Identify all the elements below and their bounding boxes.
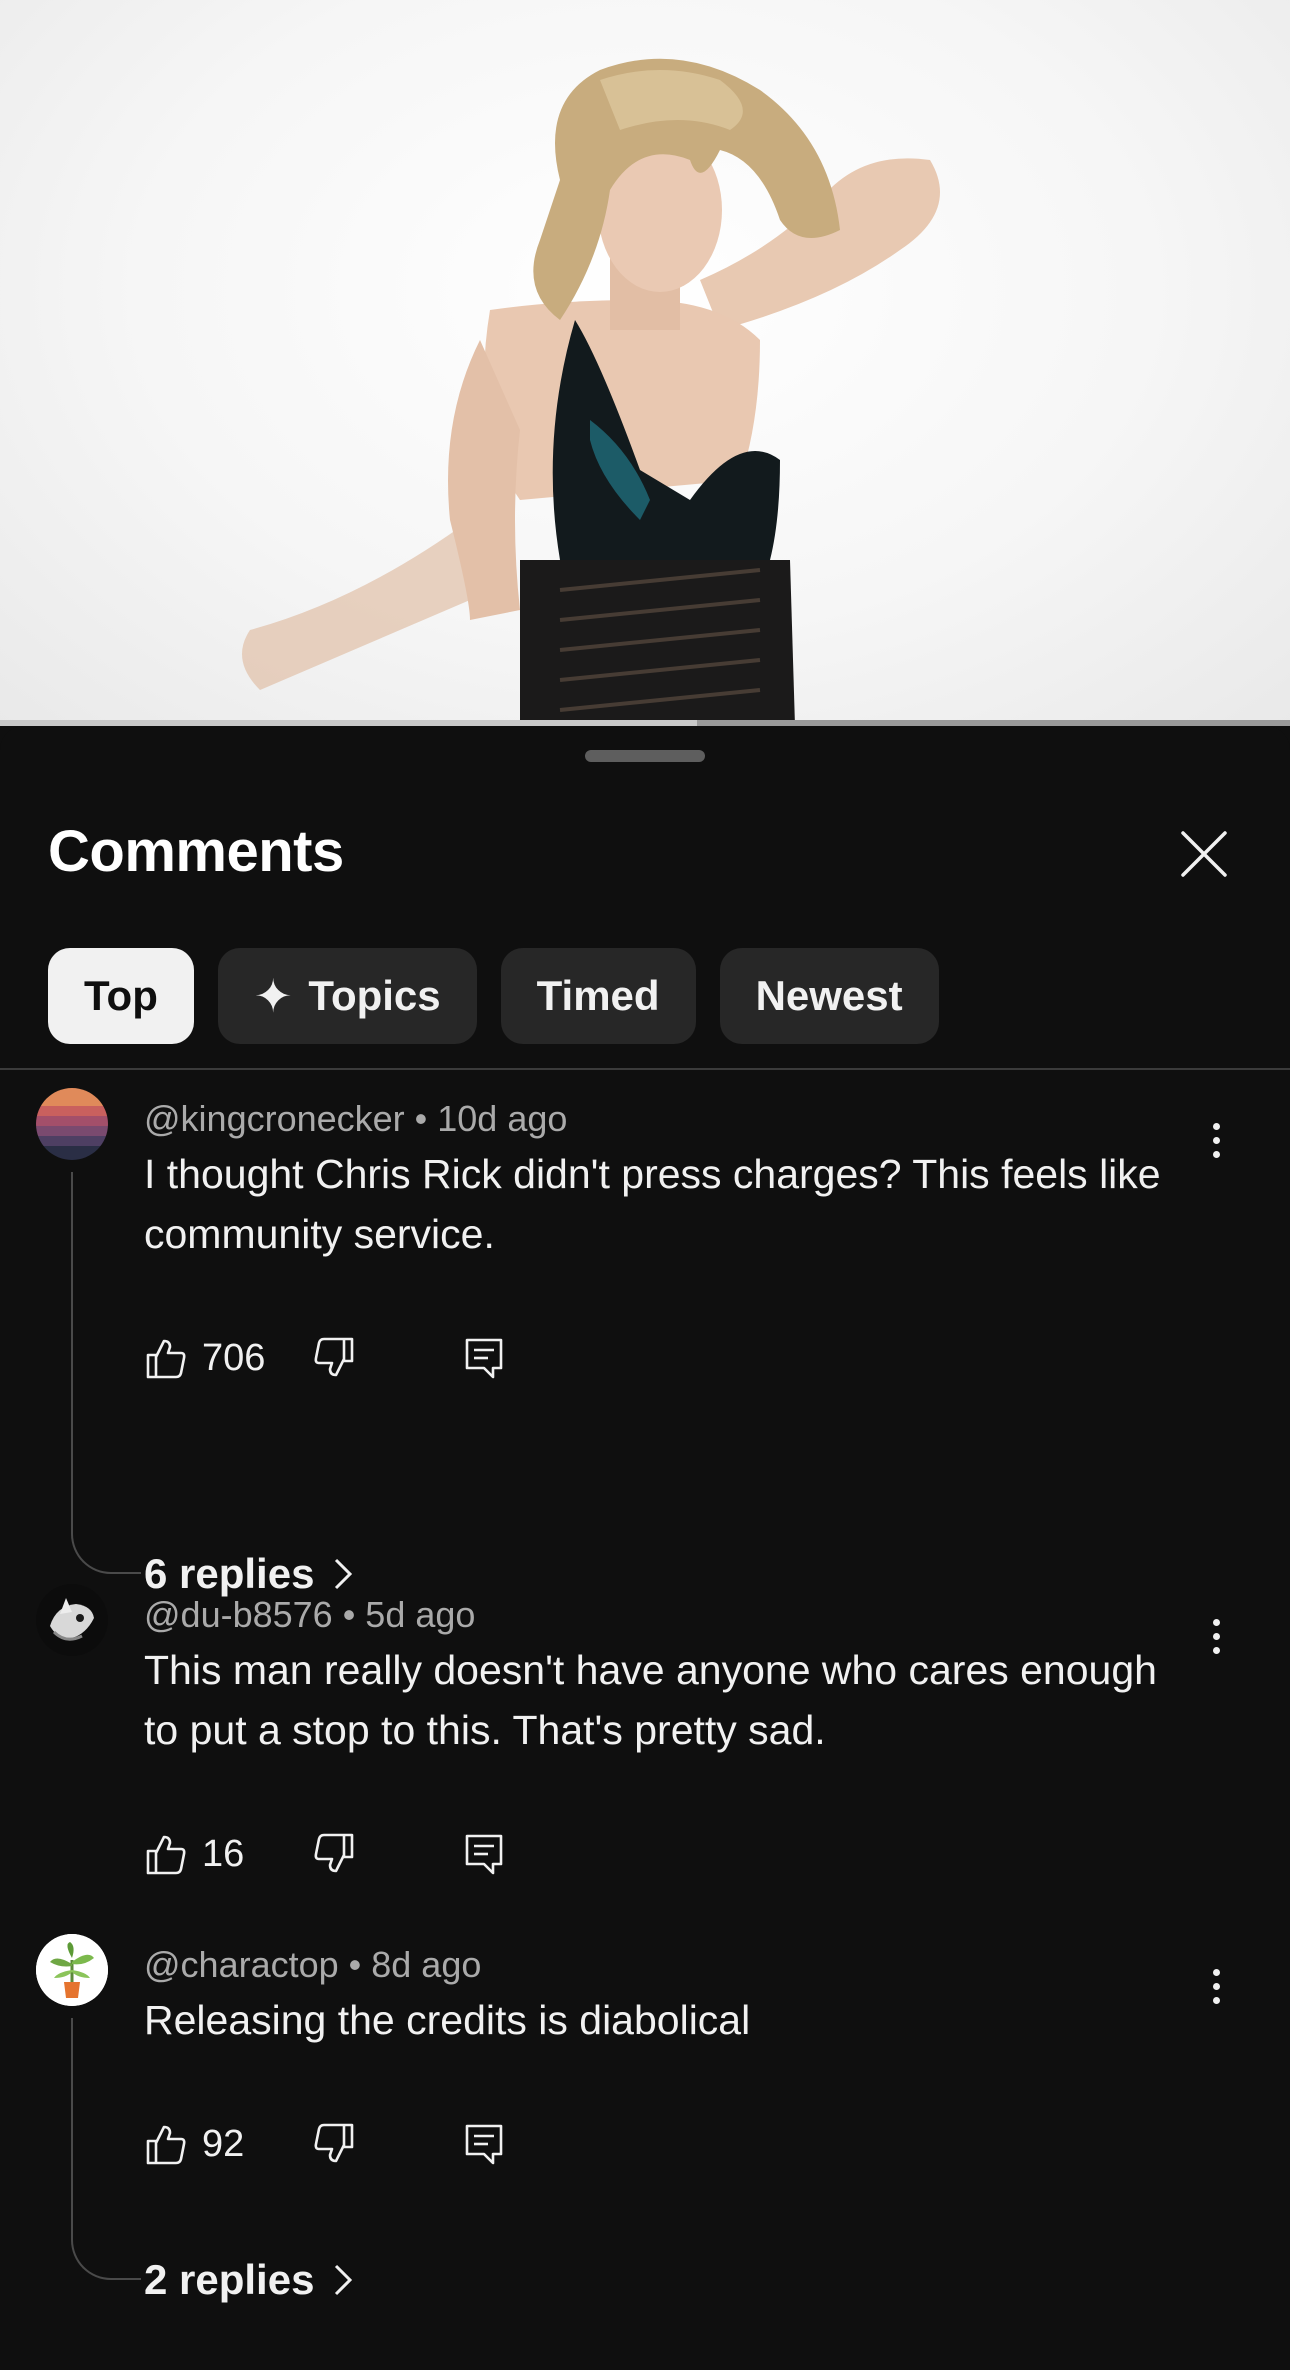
- more-options-button[interactable]: [1196, 1110, 1236, 1170]
- comment-actions: 16: [144, 1824, 564, 1884]
- comment-text: This man really doesn't have anyone who …: [144, 1647, 1157, 1753]
- chevron-right-icon: [335, 2264, 353, 2296]
- avatar-image: [36, 1934, 108, 2006]
- like-count: 16: [202, 1832, 245, 1875]
- avatar[interactable]: [36, 1584, 108, 1656]
- reply-button[interactable]: [462, 2114, 506, 2174]
- comment-time: 5d ago: [365, 1594, 476, 1635]
- view-replies-button[interactable]: 2 replies: [144, 2256, 354, 2304]
- avatar-image: [36, 1584, 108, 1656]
- like-count: 706: [202, 1336, 266, 1379]
- thumbs-down-icon: [314, 1337, 354, 1377]
- comment-actions: 92: [144, 2114, 564, 2174]
- avatar-image: [36, 1088, 108, 1160]
- reply-icon: [465, 2124, 503, 2165]
- comment-meta: @du-b8576 • 5d ago: [144, 1594, 476, 1635]
- thumbs-down-icon: [314, 1833, 354, 1873]
- dislike-button[interactable]: [312, 2114, 356, 2174]
- comment-text: I thought Chris Rick didn't press charge…: [144, 1151, 1161, 1257]
- comment-meta: @charactop • 8d ago: [144, 1944, 482, 1985]
- divider: [0, 1068, 1290, 1070]
- reply-button[interactable]: [462, 1824, 506, 1884]
- sheet-title: Comments: [48, 819, 344, 884]
- sort-chips: Top ✦ Topics Timed Newest: [48, 948, 939, 1044]
- comment-actions: 706: [144, 1328, 564, 1388]
- reply-icon: [465, 1834, 503, 1875]
- comment-author[interactable]: @du-b8576: [144, 1594, 333, 1635]
- drag-handle[interactable]: [585, 750, 705, 762]
- dislike-button[interactable]: [312, 1328, 356, 1388]
- chip-newest[interactable]: Newest: [719, 948, 939, 1044]
- more-options-button[interactable]: [1196, 1956, 1236, 2016]
- thumbs-up-icon: [146, 1339, 186, 1379]
- chip-top[interactable]: Top: [48, 948, 194, 1044]
- sparkle-icon: ✦: [253, 970, 293, 1022]
- like-button[interactable]: 706: [144, 1328, 265, 1388]
- comment-item: @charactop • 8d ago Releasing the credits …: [0, 1934, 1290, 2354]
- avatar[interactable]: [36, 1088, 108, 1160]
- comment-text: Releasing the credits is diabolical: [144, 1997, 751, 2043]
- reply-icon: [465, 1338, 503, 1379]
- video-frame-dancer: [242, 58, 940, 726]
- comment-time: 10d ago: [437, 1098, 568, 1139]
- close-icon: [1181, 831, 1227, 877]
- comment-author[interactable]: @charactop: [144, 1944, 339, 1985]
- avatar[interactable]: [36, 1934, 108, 2006]
- thread-line: [71, 1172, 141, 1574]
- chip-timed[interactable]: Timed: [500, 948, 696, 1044]
- like-count: 92: [202, 2122, 245, 2165]
- thumbs-up-icon: [146, 2125, 186, 2165]
- thumbs-up-icon: [146, 1835, 186, 1875]
- comment-item: @du-b8576 • 5d ago This man really doesn't…: [0, 1584, 1290, 1904]
- thumbs-down-icon: [314, 2123, 354, 2163]
- close-button[interactable]: [1176, 826, 1232, 882]
- comment-author[interactable]: @kingcronecker: [144, 1098, 405, 1139]
- reply-button[interactable]: [462, 1328, 506, 1388]
- thread-line: [71, 2018, 141, 2280]
- dislike-button[interactable]: [312, 1824, 356, 1884]
- chip-topics[interactable]: ✦ Topics: [217, 948, 477, 1044]
- more-options-button[interactable]: [1196, 1606, 1236, 1666]
- comments-sheet: Comments Top ✦ Topics Timed Newest @king…: [0, 726, 1290, 2370]
- comment-meta: @kingcronecker • 10d ago: [144, 1098, 568, 1139]
- like-button[interactable]: 92: [144, 2114, 244, 2174]
- like-button[interactable]: 16: [144, 1824, 244, 1884]
- video-player[interactable]: [0, 0, 1290, 726]
- comment-time: 8d ago: [371, 1944, 482, 1985]
